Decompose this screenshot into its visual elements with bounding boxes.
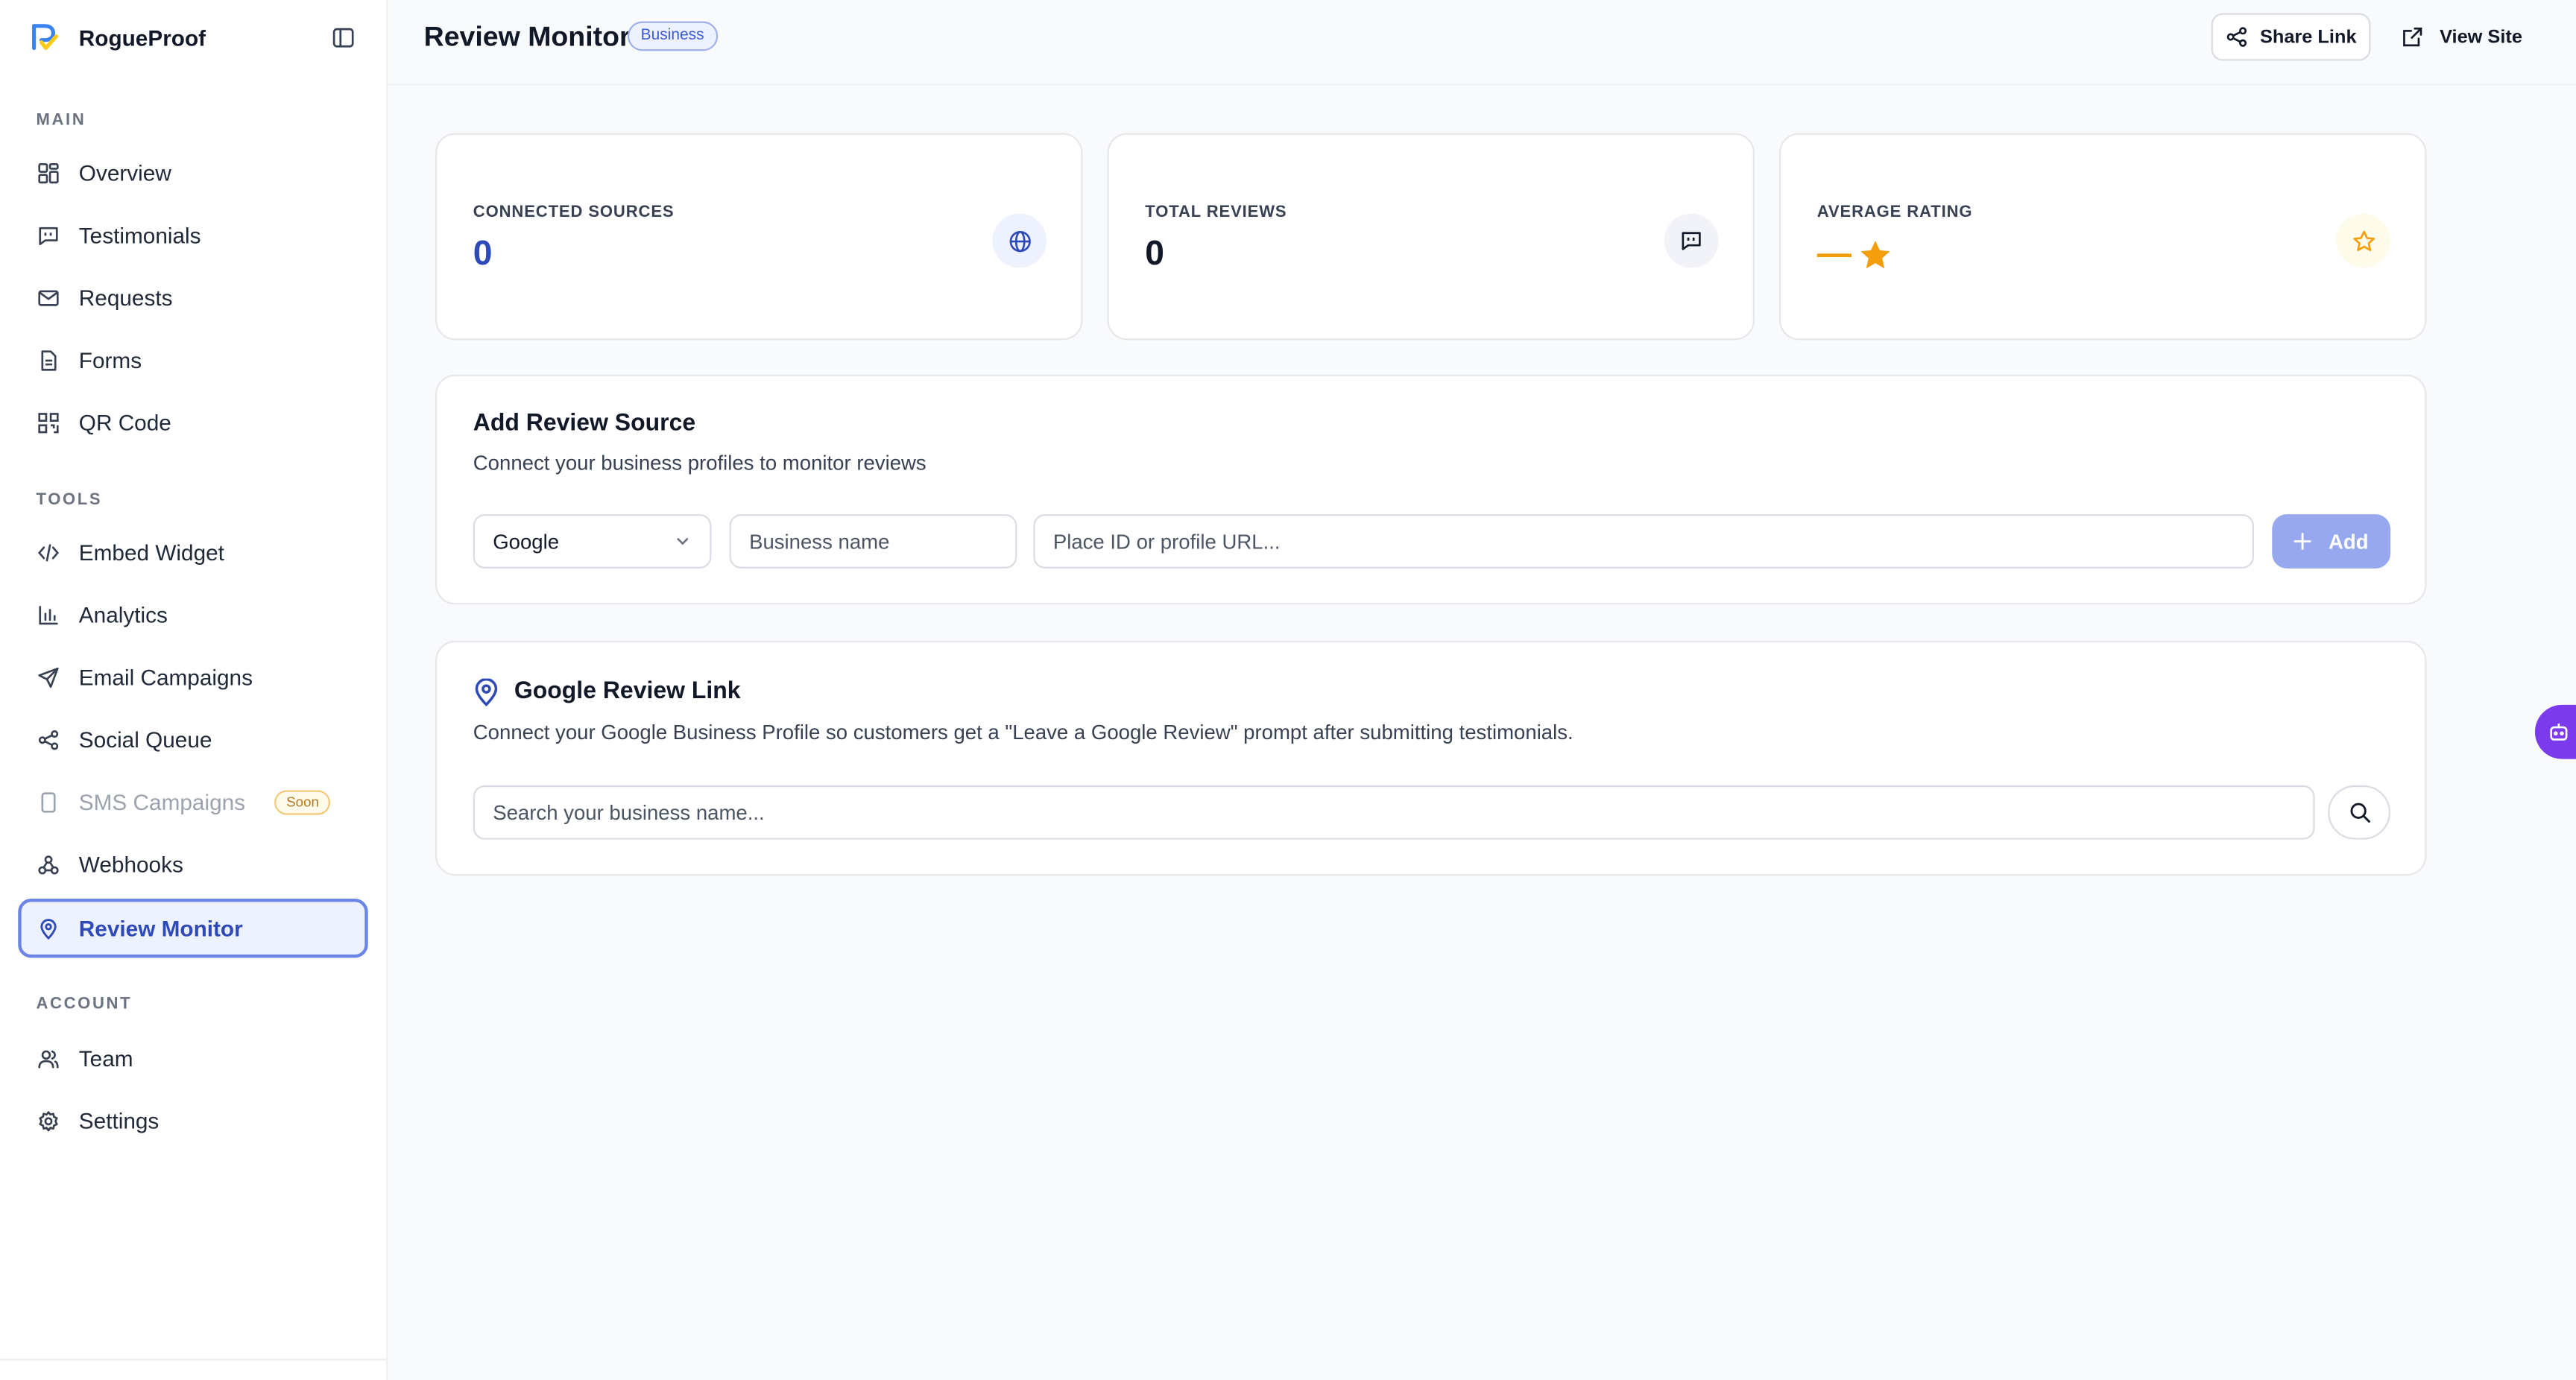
plan-badge: Business — [627, 21, 718, 51]
bar-chart-icon — [36, 603, 59, 626]
star-outline-icon — [2336, 213, 2390, 268]
grid-icon — [36, 161, 59, 184]
soon-badge: Soon — [274, 789, 331, 814]
sidebar-item-overview[interactable]: Overview — [18, 143, 367, 202]
search-button[interactable] — [2328, 785, 2390, 840]
stat-card-total-reviews: TOTAL REVIEWS 0 — [1107, 133, 1755, 341]
qr-code-icon — [36, 411, 59, 434]
section-label-account: ACCOUNT — [36, 996, 133, 1014]
external-link-icon — [2403, 28, 2422, 47]
platform-select-value: Google — [493, 530, 560, 553]
sidebar-item-email-campaigns[interactable]: Email Campaigns — [18, 648, 367, 706]
add-source-subtitle: Connect your business profiles to monito… — [473, 452, 926, 475]
sidebar-item-label: Embed Widget — [78, 539, 224, 565]
sidebar-item-qr-code[interactable]: QR Code — [18, 393, 367, 452]
sidebar-item-embed-widget[interactable]: Embed Widget — [18, 522, 367, 581]
top-bar: Review Monitor Business Share Link View … — [388, 0, 2576, 86]
sidebar-divider — [0, 1358, 386, 1361]
sidebar: RogueProof MAIN Overview Testimonials Re… — [0, 0, 388, 1380]
view-site-label: View Site — [2440, 27, 2522, 47]
sidebar-item-label: Forms — [78, 347, 142, 373]
share-icon — [2226, 27, 2247, 47]
share-icon — [36, 728, 59, 751]
sidebar-item-label: Analytics — [78, 602, 168, 627]
globe-icon — [992, 213, 1047, 268]
section-label-main: MAIN — [36, 111, 86, 130]
rogueproof-logo-icon — [32, 24, 58, 51]
sidebar-item-label: Webhooks — [78, 852, 183, 877]
message-square-icon — [1664, 213, 1719, 268]
sidebar-item-team[interactable]: Team — [18, 1028, 367, 1087]
sidebar-item-label: Testimonials — [78, 222, 201, 247]
platform-select[interactable]: Google — [473, 514, 712, 569]
message-square-icon — [36, 224, 59, 247]
sidebar-item-label: Email Campaigns — [78, 664, 253, 689]
mail-icon — [36, 286, 59, 309]
sidebar-item-label: Team — [78, 1045, 133, 1071]
map-pin-icon — [475, 678, 498, 706]
stat-label: TOTAL REVIEWS — [1145, 203, 1287, 222]
google-link-subtitle: Connect your Google Business Profile so … — [473, 721, 1573, 744]
google-review-link-card: Google Review Link Connect your Google B… — [435, 640, 2427, 876]
stat-value: 0 — [1145, 235, 1165, 273]
section-label-tools: TOOLS — [36, 491, 103, 510]
sidebar-item-settings[interactable]: Settings — [18, 1091, 367, 1150]
sidebar-item-sms-campaigns[interactable]: SMS Campaigns Soon — [18, 772, 367, 831]
stat-card-average-rating: AVERAGE RATING — — [1779, 133, 2427, 341]
stat-card-connected-sources: CONNECTED SOURCES 0 — [435, 133, 1083, 341]
code-icon — [36, 540, 59, 563]
chevron-down-icon — [677, 538, 689, 545]
brand: RogueProof — [0, 0, 386, 75]
plus-icon — [2294, 532, 2312, 551]
sidebar-toggle-icon[interactable] — [330, 25, 356, 51]
sidebar-item-label: Review Monitor — [78, 916, 243, 941]
sidebar-item-label: SMS Campaigns — [78, 789, 246, 814]
star-icon — [1860, 240, 1890, 268]
sidebar-item-label: Overview — [78, 159, 171, 186]
business-search-input[interactable] — [473, 785, 2315, 840]
users-icon — [36, 1046, 59, 1069]
map-pin-icon — [36, 917, 59, 940]
add-label: Add — [2328, 530, 2369, 553]
place-id-input[interactable] — [1033, 514, 2255, 569]
stat-value: 0 — [473, 235, 493, 273]
sidebar-item-requests[interactable]: Requests — [18, 268, 367, 326]
share-link-label: Share Link — [2259, 27, 2357, 47]
page-title: Review Monitor — [423, 21, 631, 53]
view-site-button[interactable]: View Site — [2402, 13, 2522, 61]
webhook-icon — [36, 852, 59, 876]
sidebar-item-forms[interactable]: Forms — [18, 330, 367, 389]
sidebar-item-analytics[interactable]: Analytics — [18, 585, 367, 644]
add-source-title: Add Review Source — [473, 411, 696, 437]
sidebar-item-label: Requests — [78, 285, 173, 310]
stat-value: — — [1816, 235, 1852, 273]
share-link-button[interactable]: Share Link — [2211, 13, 2371, 61]
file-text-icon — [36, 348, 59, 371]
sidebar-item-testimonials[interactable]: Testimonials — [18, 206, 367, 265]
stat-label: CONNECTED SOURCES — [473, 203, 675, 222]
main-content: Review Monitor Business Share Link View … — [388, 0, 2576, 1380]
sidebar-item-label: QR Code — [78, 410, 171, 435]
smartphone-icon — [36, 791, 59, 814]
add-source-button[interactable]: Add — [2272, 514, 2390, 569]
sidebar-item-social-queue[interactable]: Social Queue — [18, 709, 367, 768]
business-name-input[interactable] — [729, 514, 1017, 569]
sidebar-item-webhooks[interactable]: Webhooks — [18, 835, 367, 893]
add-review-source-card: Add Review Source Connect your business … — [435, 374, 2427, 605]
search-icon — [2349, 803, 2370, 823]
brand-name: RogueProof — [78, 25, 206, 51]
stat-label: AVERAGE RATING — [1816, 203, 1973, 222]
bot-icon — [2550, 723, 2568, 741]
sidebar-item-label: Social Queue — [78, 727, 212, 752]
sidebar-item-review-monitor[interactable]: Review Monitor — [18, 899, 368, 958]
send-icon — [36, 665, 59, 689]
gear-icon — [36, 1109, 59, 1132]
stat-value-wrap: — — [1817, 235, 1892, 274]
google-link-title: Google Review Link — [514, 678, 741, 705]
sidebar-item-label: Settings — [78, 1108, 160, 1133]
